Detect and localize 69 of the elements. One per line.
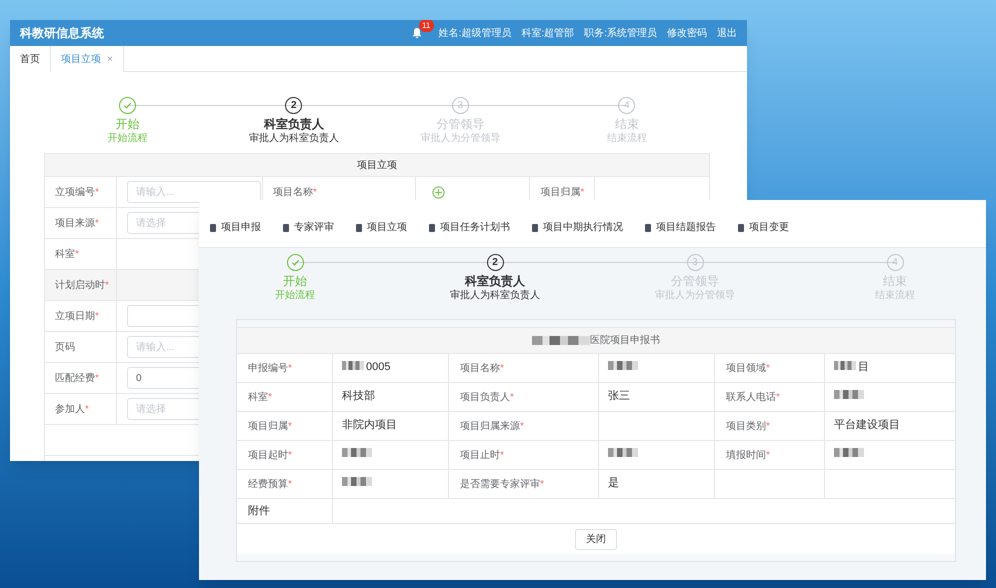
- step-title: 开始: [115, 117, 140, 132]
- field-label: 立项编号*: [55, 186, 99, 200]
- nav-link[interactable]: 项目中期执行情况: [532, 220, 623, 235]
- step-title: 科室负责人: [465, 274, 525, 289]
- field-label: 项目起时*: [248, 448, 292, 462]
- field-label: 项目归属*: [248, 420, 292, 434]
- document-icon: [283, 224, 289, 232]
- field-value: 是: [608, 476, 619, 491]
- step-subtitle: 开始流程: [275, 289, 315, 302]
- check-icon: [122, 101, 132, 110]
- nav-link[interactable]: 项目任务计划书: [429, 220, 510, 235]
- field-label: 项目归属来源*: [460, 420, 524, 434]
- field-label: 项目止时*: [460, 448, 504, 462]
- document-icon: [645, 224, 651, 232]
- field-value: 平台建设项目: [834, 418, 900, 433]
- field-label: 项目归属*: [540, 186, 584, 200]
- field-label: 科室*: [55, 248, 79, 262]
- document-icon: [356, 224, 362, 232]
- step-subtitle: 审批人为分管领导: [420, 132, 500, 145]
- step-subtitle: 开始流程: [107, 132, 148, 145]
- field-label: 联系人电话*: [726, 390, 780, 404]
- nav-link[interactable]: 专家评审: [283, 220, 334, 235]
- field-label: 匹配经费*: [55, 372, 99, 386]
- step-subtitle: 审批人为科室负责人: [248, 132, 339, 145]
- field-label: 项目来源*: [55, 216, 99, 230]
- field-label: 申报编号*: [248, 362, 292, 376]
- step-title: 分管领导: [436, 117, 484, 132]
- bell-icon: [410, 27, 423, 39]
- step-title: 开始: [283, 274, 307, 289]
- nav-link[interactable]: 项目申报: [210, 220, 261, 235]
- check-icon: [290, 258, 300, 267]
- input-field[interactable]: 请输入...: [126, 181, 261, 203]
- field-label: 项目领域*: [726, 362, 770, 376]
- field-label: 页码: [55, 340, 75, 354]
- field-label: 计划启动时*: [55, 278, 109, 292]
- step-subtitle: 结束流程: [606, 132, 647, 145]
- nav-link[interactable]: 项目结题报告: [645, 220, 716, 235]
- field-value: 0005: [366, 360, 390, 375]
- step-subtitle: 审批人为科室负责人: [450, 289, 540, 302]
- field-label: 经费预算*: [248, 478, 292, 492]
- field-label: 科室*: [248, 390, 272, 404]
- field-label: 是否需要专家评审*: [460, 478, 544, 492]
- document-icon: [429, 224, 435, 232]
- field-label: 参加人*: [55, 402, 89, 416]
- nav-link[interactable]: 项目立项: [356, 220, 407, 235]
- field-value: 科技部: [342, 388, 375, 404]
- field-label: 项目名称*: [272, 186, 317, 200]
- field-label: 附件: [248, 504, 270, 519]
- document-icon: [738, 224, 744, 232]
- form-title: 项目立项: [45, 154, 710, 177]
- document-icon: [210, 224, 216, 232]
- document-icon: [532, 224, 538, 232]
- field-value: 张三: [608, 389, 630, 404]
- form-title: 医院项目申报书: [590, 334, 660, 348]
- app-title: 科教研信息系统: [20, 25, 104, 42]
- step-title: 结束: [614, 117, 639, 132]
- tab[interactable]: 首页: [10, 46, 51, 72]
- step-title: 科室负责人: [264, 117, 324, 132]
- nav-link[interactable]: 项目变更: [738, 220, 789, 235]
- notification-badge: 11: [418, 20, 434, 32]
- field-label: 填报时间*: [726, 448, 770, 462]
- field-label: 项目负责人*: [460, 390, 514, 404]
- field-value: 目: [858, 360, 869, 375]
- close-button[interactable]: 关闭: [575, 528, 617, 550]
- tab[interactable]: 项目立项 ×: [51, 46, 124, 72]
- field-label: 项目类别*: [726, 420, 770, 434]
- field-label: 立项日期*: [55, 310, 99, 324]
- field-value: 非院内项目: [342, 418, 397, 433]
- field-label: 项目名称*: [460, 362, 504, 376]
